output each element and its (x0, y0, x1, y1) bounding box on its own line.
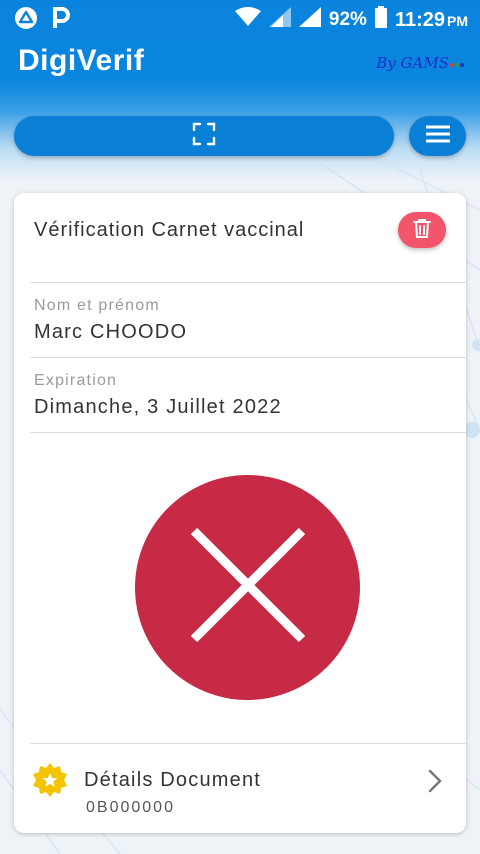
document-details-row[interactable]: Détails Document 0B000000 (14, 743, 466, 833)
star-badge-icon (33, 763, 67, 797)
status-bar: 92% 11:29 PM (0, 0, 480, 36)
brand-text: By GAMS (376, 54, 449, 72)
verification-card: Vérification Carnet vaccinal Nom et prén… (14, 193, 466, 833)
wifi-icon (234, 7, 261, 33)
name-label: Nom et prénom (34, 297, 160, 314)
expiration-label: Expiration (34, 372, 118, 389)
delete-button[interactable] (398, 212, 446, 248)
signal-icon-2 (298, 7, 321, 33)
clock-ampm: PM (447, 12, 468, 29)
divider (30, 282, 466, 283)
scan-button[interactable] (14, 116, 394, 156)
scan-icon (192, 122, 216, 151)
clock: 11:29 PM (395, 9, 468, 32)
hamburger-menu-icon (425, 125, 450, 148)
signal-icon (268, 7, 291, 33)
parking-notification-icon (52, 6, 70, 36)
expiration-value: Dimanche, 3 Juillet 2022 (34, 396, 282, 418)
app-title: DigiVerif (18, 44, 145, 77)
menu-button[interactable] (409, 116, 466, 156)
document-id: 0B000000 (86, 799, 175, 816)
cross-icon (188, 525, 308, 650)
trash-icon (413, 218, 431, 243)
name-value: Marc CHOODO (34, 321, 188, 343)
brand-logo: By GAMS (376, 54, 464, 72)
details-title: Détails Document (84, 769, 262, 791)
chevron-right-icon (428, 769, 442, 793)
clock-time: 11:29 (394, 8, 445, 31)
divider (30, 357, 466, 358)
divider (30, 432, 466, 433)
brand-dots (450, 63, 464, 67)
drive-notification-icon (14, 6, 38, 36)
battery-icon (374, 6, 387, 34)
battery-percentage: 92% (328, 9, 367, 30)
invalid-status-indicator (135, 475, 360, 700)
card-title: Vérification Carnet vaccinal (34, 219, 305, 241)
